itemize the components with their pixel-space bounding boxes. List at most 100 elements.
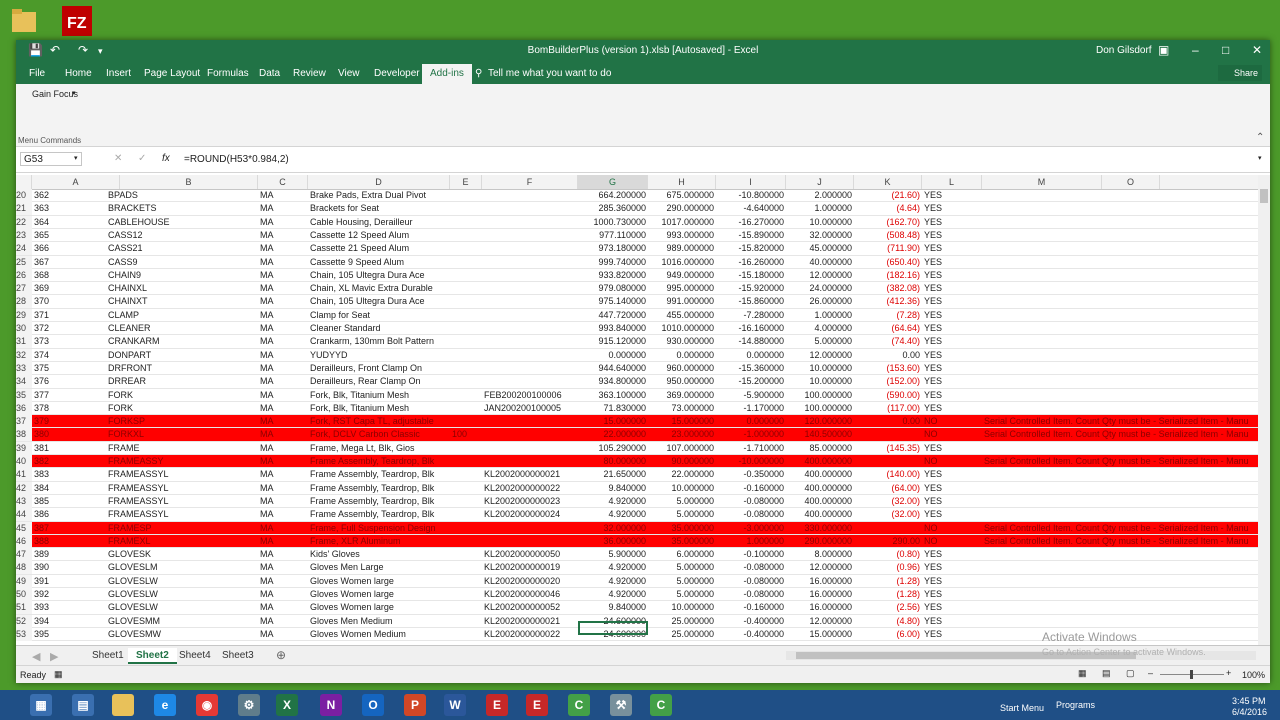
table-row[interactable]: 32 374 DONPART MA YUDYYD 0.000000 0.000000 0.00…	[16, 348, 1258, 362]
cell-g[interactable]: 1000.730000	[578, 216, 646, 229]
cell-c[interactable]: MA	[260, 335, 306, 348]
table-row[interactable]: 28 370 CHAINXT MA Chain, 105 Ultegra Dura Ac…	[16, 295, 1258, 309]
cell-g[interactable]: 934.800000	[578, 375, 646, 388]
cell-j[interactable]: 85.000000	[786, 442, 852, 455]
cell-b[interactable]: CHAINXL	[108, 282, 256, 295]
table-row[interactable]: 25 367 CASS9 MA Cassette 9 Speed Alum 999.740…	[16, 255, 1258, 269]
table-row[interactable]: 43 385 FRAMEASSYL MA Frame Assembly, Teardro…	[16, 494, 1258, 509]
cell-d[interactable]: Chain, XL Mavic Extra Durable	[310, 282, 448, 295]
row-header[interactable]: 37	[16, 415, 32, 429]
row-header[interactable]: 36	[16, 401, 32, 415]
insert-function-icon[interactable]: fx	[162, 153, 170, 164]
table-row[interactable]: 21 363 BRACKETS MA Brackets for Seat 285.3600…	[16, 202, 1258, 216]
cell-g[interactable]: 363.100000	[578, 389, 646, 402]
minimize-icon[interactable]: –	[1192, 43, 1199, 57]
cell-j[interactable]: 12.000000	[786, 269, 852, 282]
cell-k[interactable]: (145.35)	[854, 442, 920, 455]
cell-j[interactable]: 140.500000	[786, 428, 852, 441]
row-header[interactable]: 45	[16, 521, 32, 535]
cell-d[interactable]: Frame Assembly, Teardrop, Blk	[310, 495, 448, 508]
cell-b[interactable]: BPADS	[108, 189, 256, 202]
cell-i[interactable]: -15.920000	[716, 282, 784, 295]
cell-d[interactable]: Kids' Gloves	[310, 548, 448, 561]
row-header[interactable]: 23	[16, 228, 32, 242]
cell-i[interactable]: 0.000000	[716, 349, 784, 362]
cell-d[interactable]: Frame Assembly, Teardrop, Blk	[310, 468, 448, 481]
cell-l[interactable]: YES	[924, 282, 980, 295]
cell-f[interactable]: KL2002000000021	[484, 615, 576, 628]
cell-f[interactable]: KL2002000000022	[484, 628, 576, 641]
cell-i[interactable]: -0.400000	[716, 615, 784, 628]
cell-b[interactable]: FRAMEASSYL	[108, 495, 256, 508]
add-sheet-icon[interactable]: ⊕	[276, 648, 286, 662]
chevron-down-icon[interactable]: ▾	[74, 154, 78, 162]
cell-j[interactable]: 32.000000	[786, 229, 852, 242]
cell-f[interactable]: KL2002000000023	[484, 495, 576, 508]
cell-g[interactable]: 9.840000	[578, 601, 646, 614]
cell-j[interactable]: 15.000000	[786, 628, 852, 641]
row-header[interactable]: 42	[16, 481, 32, 495]
row-header[interactable]: 25	[16, 255, 32, 269]
cell-c[interactable]: MA	[260, 362, 306, 375]
cell-h[interactable]: 90.000000	[648, 455, 714, 468]
row-header[interactable]: 35	[16, 388, 32, 402]
row-header[interactable]: 27	[16, 282, 32, 296]
table-row[interactable]: 47 389 GLOVESK MA Kids' Gloves KL200200000005…	[16, 548, 1258, 562]
table-row[interactable]: 27 369 CHAINXL MA Chain, XL Mavic Extra Dura…	[16, 282, 1258, 296]
cell-k[interactable]: (117.00)	[854, 402, 920, 415]
cell-d[interactable]: Clamp for Seat	[310, 309, 448, 322]
cell-h[interactable]: 10.000000	[648, 482, 714, 495]
cell-l[interactable]: YES	[924, 256, 980, 269]
cell-k[interactable]: (1.28)	[854, 588, 920, 601]
cell-c[interactable]: MA	[260, 442, 306, 455]
cell-b[interactable]: GLOVESLW	[108, 601, 256, 614]
tab-insert[interactable]: Insert	[106, 68, 131, 79]
cell-k[interactable]: (140.00)	[854, 468, 920, 481]
cell-i[interactable]: -10.000000	[716, 455, 784, 468]
vertical-scrollbar[interactable]	[1258, 175, 1270, 645]
tab-file[interactable]: File	[29, 68, 45, 79]
cell-f[interactable]: KL2002000000020	[484, 575, 576, 588]
cell-d[interactable]: Gloves Women large	[310, 575, 448, 588]
cell-m[interactable]: Serial Controlled Item. Count Qty must b…	[984, 415, 1258, 428]
cell-l[interactable]: YES	[924, 242, 980, 255]
cell-l[interactable]: YES	[924, 575, 980, 588]
cell-b[interactable]: BRACKETS	[108, 202, 256, 215]
zoom-slider-thumb[interactable]	[1190, 670, 1193, 679]
cell-c[interactable]: MA	[260, 309, 306, 322]
cell-k[interactable]: (1.28)	[854, 575, 920, 588]
cell-b[interactable]: FRAMEASSYL	[108, 508, 256, 521]
start-icon[interactable]: ▦	[30, 694, 52, 716]
table-row[interactable]: 36 378 FORK MA Fork, Blk, Titanium Mesh JAN20…	[16, 401, 1258, 416]
cell-l[interactable]: YES	[924, 202, 980, 215]
cell-g[interactable]: 4.920000	[578, 508, 646, 521]
cell-h[interactable]: 960.000000	[648, 362, 714, 375]
cell-l[interactable]: YES	[924, 561, 980, 574]
cell-c[interactable]: MA	[260, 428, 306, 441]
programs-label[interactable]: Programs	[1056, 700, 1095, 710]
cell-i[interactable]: -1.710000	[716, 442, 784, 455]
cell-j[interactable]: 16.000000	[786, 575, 852, 588]
cell-i[interactable]: -10.800000	[716, 189, 784, 202]
cell-d[interactable]: Cable Housing, Derailleur	[310, 216, 448, 229]
cell-l[interactable]: YES	[924, 495, 980, 508]
col-header-b[interactable]: B	[120, 175, 258, 189]
cell-b[interactable]: CRANKARM	[108, 335, 256, 348]
cell-j[interactable]: 100.000000	[786, 389, 852, 402]
cell-g[interactable]: 71.830000	[578, 402, 646, 415]
col-header-o[interactable]: O	[1102, 175, 1160, 189]
cell-c[interactable]: MA	[260, 282, 306, 295]
cell-b[interactable]: FRAME	[108, 442, 256, 455]
cell-i[interactable]: -0.100000	[716, 548, 784, 561]
cell-d[interactable]: Chain, 105 Ultegra Dura Ace	[310, 295, 448, 308]
cell-d[interactable]: Derailleurs, Front Clamp On	[310, 362, 448, 375]
table-row[interactable]: 20 362 BPADS MA Brake Pads, Extra Dual Pivot…	[16, 189, 1258, 203]
cell-l[interactable]: NO	[924, 428, 980, 441]
user-name[interactable]: Don Gilsdorf	[1096, 45, 1152, 56]
cell-d[interactable]: Cassette 21 Speed Alum	[310, 242, 448, 255]
cell-c[interactable]: MA	[260, 601, 306, 614]
cell-j[interactable]: 120.000000	[786, 415, 852, 428]
table-row[interactable]: 30 372 CLEANER MA Cleaner Standard 993.840000…	[16, 322, 1258, 336]
cell-j[interactable]: 400.000000	[786, 482, 852, 495]
cell-g[interactable]: 4.920000	[578, 561, 646, 574]
